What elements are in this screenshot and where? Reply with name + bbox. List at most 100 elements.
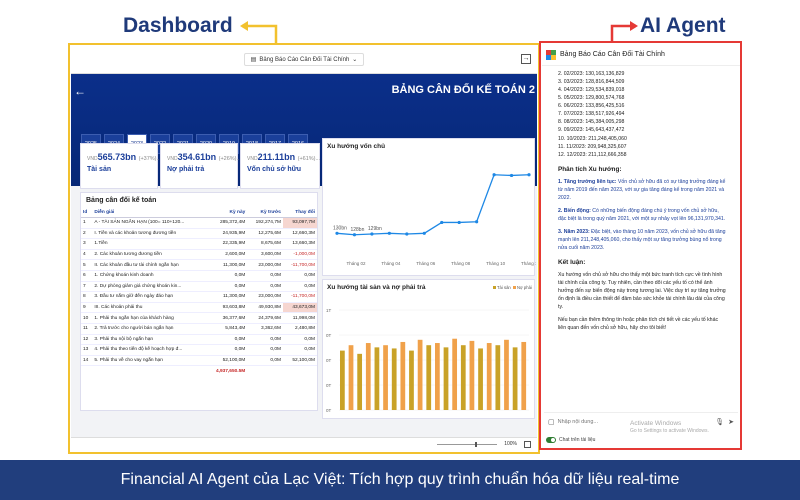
fit-page-icon[interactable] [524,441,531,448]
report-select[interactable]: ▤ Bảng Báo Cáo Cân Đối Tài Chính ⌄ [243,53,365,66]
table-row[interactable]: 9 III. Các khoản phải thu 93,603,8M 49,930,… [81,302,317,314]
bar[interactable] [486,343,492,410]
bar[interactable] [400,341,406,410]
column-header[interactable]: Id [81,208,93,218]
kpi-equity[interactable]: VND211.11bn (+61%)... Vốn chủ sở hữu [240,143,320,189]
bar[interactable] [521,341,527,410]
table-row[interactable]: 7 2. Dự phòng giảm giá chứng khoán kin...… [81,281,317,293]
table-row[interactable]: 2 I. Tiền và các khoản tương đương tiền 24… [81,228,317,240]
bar[interactable] [340,350,345,410]
table-row[interactable]: 12 3. Phải thu nội bộ ngắn hạn 0,0M 0,0M 0,0… [81,334,317,346]
column-header[interactable]: Diễn giải [92,208,207,218]
table-cell: 3. Phải thu nội bộ ngắn hạn [92,334,207,346]
column-header[interactable]: Kỳ này [206,208,248,218]
data-point[interactable] [440,220,444,225]
bar[interactable] [391,348,397,410]
bar[interactable] [357,353,363,410]
bar[interactable] [443,347,449,410]
table-cell: 24,935,9M [206,228,248,240]
bar[interactable] [504,339,509,410]
toggle-label: Chat trên tài liệu [559,437,596,443]
data-point[interactable] [405,232,409,236]
monthly-item: 7. 07/2023: 138,517,926,494 [558,111,625,118]
legend-swatch [513,286,516,289]
data-point[interactable] [352,233,357,237]
zoom-handle[interactable] [475,442,477,447]
y-tick-label: 0T [326,358,332,363]
bar[interactable] [417,339,423,410]
microphone-icon[interactable]: 🎙 [715,418,724,426]
x-tick-label: Tháng 10 [486,261,506,266]
table-cell: 14 [81,355,93,367]
table-cell: 1. Chứng khoán kinh doanh [92,270,207,282]
balance-sheet-table: Id Diễn giải Kỳ này Kỳ trước Thay đổi 1A - T… [81,208,317,376]
table-cell: 12 [81,334,93,346]
attach-icon[interactable]: ▢ [548,418,555,426]
table-cell: 2. Các khoản tương đương tiền [92,249,207,261]
table-row[interactable]: 3 1.Tiền 22,335,9M 8,675,6M 13,660,3M [81,238,317,250]
table-cell: 93,603,8M [206,302,248,314]
x-tick-label: Tháng 12 [521,261,536,266]
send-icon[interactable]: ➤ [728,418,734,426]
trend-item-title: 2. Biến động: [558,207,591,214]
table-row[interactable]: 1A - TÀI SẢN NGẮN HẠN (100= 110+120... 28… [81,217,317,229]
bar[interactable] [495,345,501,410]
data-label: 129bn [368,226,382,232]
bar[interactable] [435,343,440,410]
table-row[interactable]: 11 2. Trả trước cho người bán ngắn hạn 5,8… [81,323,317,335]
bar[interactable] [383,345,388,410]
table-row[interactable]: 8 3. Đầu tư nắm giữ đến ngày đáo hạn 11,30… [81,291,317,303]
total-value: 4,937,650.5M [215,368,246,374]
table-cell: 4. Phải thu theo tiến độ kế hoạch hợp đ.… [92,344,207,356]
back-arrow-icon[interactable]: ← [74,84,86,98]
data-point[interactable] [387,231,391,235]
bar[interactable] [374,347,380,410]
x-tick-label: Tháng 08 [451,261,471,266]
data-point[interactable] [509,173,514,178]
kpi-liabilities[interactable]: VND354.61bn (+26%)... Nợ phải trả [160,143,241,189]
table-row[interactable]: 6 1. Chứng khoán kinh doanh 0,0M 0,0M 0,0M [81,270,317,282]
bar[interactable] [348,345,354,410]
export-icon[interactable]: → [521,54,531,64]
data-point[interactable] [422,231,426,235]
table-cell: 22,335,9M [206,238,248,250]
agent-message: 2. 02/2023: 130,163,136,829 3. 03/2023: 1… [542,66,740,332]
data-point[interactable] [527,173,531,177]
data-point[interactable] [475,220,479,224]
kpi-assets[interactable]: VND565.73bn (+37%)... Tài sản [80,143,161,189]
column-header[interactable]: Kỳ trước [247,208,283,218]
kpi-prefix: VND [167,156,178,162]
bar[interactable] [365,343,371,410]
table-row[interactable]: 4 2. Các khoản tương đương tiền 2,600,0M 3,… [81,249,317,261]
chat-on-document-toggle[interactable] [546,437,556,443]
equity-trend-chart: Xu hướng vốn chủ 130bn 128bn 129bn Tháng 02… [322,138,537,276]
data-point[interactable] [457,220,461,225]
zoom-slider[interactable] [437,444,497,445]
legend-label: Nợ phải [517,285,532,290]
table-row[interactable]: 14 5. Phải thu về cho vay ngắn hạn 52,100,… [81,355,317,367]
agent-header: Bảng Báo Cáo Cân Đối Tài Chính [542,44,740,66]
table-row[interactable]: 5 II. Các khoản đầu tư tài chính ngắn hạn… [81,259,317,271]
bar[interactable] [512,347,518,410]
table-cell: 285,372,4M [206,217,248,229]
bar[interactable] [478,348,483,410]
table-cell: 2. Dự phòng giảm giá chứng khoán kin... [92,281,207,293]
data-point[interactable] [370,232,374,236]
table-cell: 2. Trả trước cho người bán ngắn hạn [92,323,207,335]
kpi-label: Tài sản [87,166,112,173]
data-point[interactable] [492,173,496,177]
followup-text: Nếu bạn cần thêm thông tin hoặc phân tíc… [558,317,719,332]
trend-item: 2. Biến động: Có những biến động đáng ch… [558,207,726,223]
report-select-label: Bảng Báo Cáo Cân Đối Tài Chính [259,56,350,63]
data-point[interactable] [335,231,339,235]
table-row[interactable]: 10 1. Phải thu ngắn hạn của khách hàng 36,… [81,312,317,324]
table-row[interactable]: 13 4. Phải thu theo tiến độ kế hoạch hợp … [81,344,317,356]
column-header[interactable]: Thay đổi [282,208,317,218]
table-cell: 52,100,0M [282,355,317,367]
bar[interactable] [469,340,475,410]
bar[interactable] [426,345,432,410]
table-cell: 0,0M [247,334,283,346]
bar[interactable] [460,345,466,410]
bar[interactable] [452,338,458,410]
bar[interactable] [409,350,414,410]
